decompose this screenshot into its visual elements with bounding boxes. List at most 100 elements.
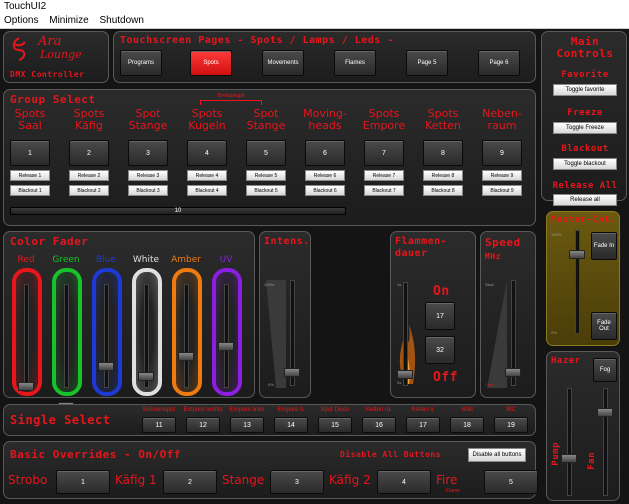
color-slider-track-amber[interactable] — [184, 284, 189, 388]
single-13-button[interactable]: 13 — [230, 417, 264, 433]
color-slider-track-green[interactable] — [64, 284, 69, 388]
group-label-9: Neben-raum — [482, 107, 522, 132]
pump-slider-thumb[interactable] — [561, 454, 577, 463]
group-5-button[interactable]: 5 — [246, 140, 286, 166]
fan-slider-thumb[interactable] — [597, 408, 613, 417]
override-4-button[interactable]: 4 — [377, 470, 431, 494]
page-spots-button[interactable]: Spots — [190, 50, 232, 76]
blackout-7-button[interactable]: Blackout 7 — [364, 185, 404, 196]
override-5-button[interactable]: 5 — [484, 470, 538, 494]
master-min-tick: 0% — [551, 330, 557, 335]
logo-subtitle: Lounge — [40, 48, 82, 61]
fade-out-button[interactable]: Fade Out — [591, 312, 617, 340]
release-4-button[interactable]: Release 4 — [187, 170, 227, 181]
group-9-button[interactable]: 9 — [482, 140, 522, 166]
group-8-button[interactable]: 8 — [423, 140, 463, 166]
release-6-button[interactable]: Release 6 — [305, 170, 345, 181]
release-7-button[interactable]: Release 7 — [364, 170, 404, 181]
release-2-button[interactable]: Release 2 — [69, 170, 109, 181]
release-8-button[interactable]: Release 8 — [423, 170, 463, 181]
blackout-1-button[interactable]: Blackout 1 — [10, 185, 50, 196]
master-max-tick: 100% — [551, 232, 562, 237]
speed-panel: Speed MHz Slow Fast — [480, 231, 536, 398]
logo-panel: Ara Lounge DMX Controller — [3, 31, 109, 83]
disable-all-button[interactable]: Disable all buttons — [468, 448, 526, 462]
group-4-button[interactable]: 4 — [187, 140, 227, 166]
color-slider-thumb-blue[interactable] — [98, 362, 114, 371]
single-tag-13: Empore links — [229, 407, 265, 413]
color-slider-track-red[interactable] — [24, 284, 29, 388]
speed-fast-tick: Fast — [485, 382, 493, 387]
group-bracket-label: Drehspiegel — [217, 93, 245, 99]
single-17-button[interactable]: 17 — [406, 417, 440, 433]
menu-shutdown[interactable]: Shutdown — [95, 14, 147, 28]
release-1-button[interactable]: Release 1 — [10, 170, 50, 181]
group-2-button[interactable]: 2 — [69, 140, 109, 166]
page-movements-button[interactable]: Movements — [262, 50, 304, 76]
color-slider-thumb-uv[interactable] — [218, 342, 234, 351]
blackout-4-button[interactable]: Blackout 4 — [187, 185, 227, 196]
single-12-button[interactable]: 12 — [186, 417, 220, 433]
page-6-button[interactable]: Page 6 — [478, 50, 520, 76]
page-flames-button[interactable]: Flames — [334, 50, 376, 76]
single-18-button[interactable]: 18 — [450, 417, 484, 433]
blackout-5-button[interactable]: Blackout 5 — [246, 185, 286, 196]
menu-minimize[interactable]: Minimize — [45, 14, 92, 28]
menu-options[interactable]: Options — [0, 14, 42, 28]
blackout-8-button[interactable]: Blackout 8 — [423, 185, 463, 196]
single-tag-11: Bühnenspot — [142, 407, 176, 413]
release-9-button[interactable]: Release 9 — [482, 170, 522, 181]
single-15-button[interactable]: 15 — [318, 417, 352, 433]
group-7-button[interactable]: 7 — [364, 140, 404, 166]
color-slider-track-uv[interactable] — [224, 284, 229, 388]
group-label-1: Spots Saal — [14, 107, 46, 132]
toggle-favorite-button[interactable]: Toggle favorite — [553, 84, 617, 96]
override-2-button[interactable]: 2 — [163, 470, 217, 494]
release-5-button[interactable]: Release 5 — [246, 170, 286, 181]
toggle-freeze-button[interactable]: Toggle Freeze — [553, 122, 617, 134]
release-3-button[interactable]: Release 3 — [128, 170, 168, 181]
single-16-button[interactable]: 16 — [362, 417, 396, 433]
group-6-button[interactable]: 6 — [305, 140, 345, 166]
color-slider-thumb-white[interactable] — [138, 372, 154, 381]
overrides-title: Basic Overrides - On/Off — [10, 448, 181, 461]
release-all-button[interactable]: Release all — [553, 194, 617, 206]
color-fader-title: Color Fader — [10, 235, 89, 248]
override-1-button[interactable]: 1 — [56, 470, 110, 494]
color-label-blue: Blue — [96, 255, 116, 265]
color-slider-thumb-red[interactable] — [18, 382, 34, 391]
color-slider-thumb-amber[interactable] — [178, 352, 194, 361]
pump-slider-track[interactable] — [567, 388, 572, 496]
fan-slider-track[interactable] — [603, 388, 608, 496]
flammen-32-button[interactable]: 32 — [425, 336, 455, 364]
blackout-2-button[interactable]: Blackout 2 — [69, 185, 109, 196]
master-slider-thumb[interactable] — [569, 250, 585, 259]
toggle-blackout-button[interactable]: Toggle blackout — [553, 158, 617, 170]
page-5-button[interactable]: Page 5 — [406, 50, 448, 76]
flammen-17-button[interactable]: 17 — [425, 302, 455, 330]
override-3-button[interactable]: 3 — [270, 470, 324, 494]
fog-button[interactable]: Fog — [593, 358, 617, 382]
flammen-slider-thumb[interactable] — [397, 370, 413, 379]
single-11-button[interactable]: 11 — [142, 417, 176, 433]
intens-slider-thumb[interactable] — [284, 368, 300, 377]
master-slider-track[interactable] — [575, 230, 580, 334]
group-3-button[interactable]: 3 — [128, 140, 168, 166]
page-programs-button[interactable]: Programs — [120, 50, 162, 76]
group-1-button[interactable]: 1 — [10, 140, 50, 166]
color-label-amber: Amber — [171, 255, 201, 265]
menu-bar: Options Minimize Shutdown — [0, 14, 629, 29]
blackout-6-button[interactable]: Blackout 6 — [305, 185, 345, 196]
group-10-bar[interactable]: 10 — [10, 207, 346, 215]
blackout-9-button[interactable]: Blackout 9 — [482, 185, 522, 196]
single-14-button[interactable]: 14 — [274, 417, 308, 433]
app-root: Ara Lounge DMX Controller Touchscreen Pa… — [0, 29, 629, 504]
color-slider-track-blue[interactable] — [104, 284, 109, 388]
disable-all-label: Disable All Buttons — [340, 450, 442, 459]
single-19-button[interactable]: 19 — [494, 417, 528, 433]
single-tag-19: WC — [506, 407, 516, 413]
speed-slider-thumb[interactable] — [505, 368, 521, 377]
fade-in-button[interactable]: Fade In — [591, 232, 617, 260]
single-tag-17: Ketten li. — [411, 407, 435, 413]
blackout-3-button[interactable]: Blackout 3 — [128, 185, 168, 196]
